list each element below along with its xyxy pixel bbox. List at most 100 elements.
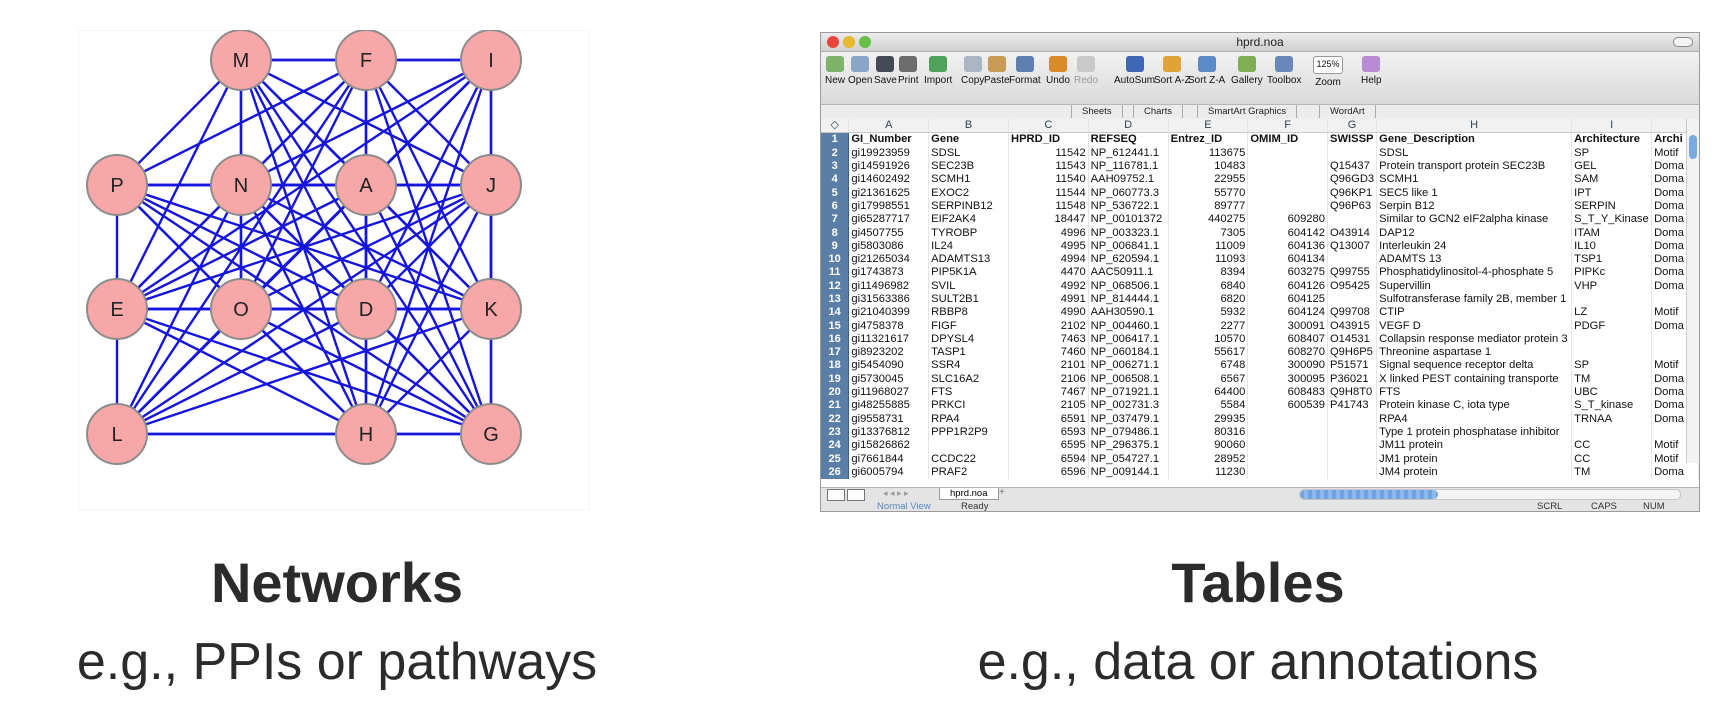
table-cell[interactable]: VEGF D — [1376, 319, 1573, 333]
table-cell[interactable] — [1571, 332, 1653, 347]
add-sheet-icon[interactable]: + — [999, 487, 1005, 498]
table-cell[interactable]: CC — [1571, 439, 1653, 453]
table-cell[interactable]: 604126 — [1247, 279, 1328, 293]
table-cell[interactable]: 4994 — [1008, 252, 1089, 267]
select-all-corner-icon[interactable]: ◇ — [821, 119, 850, 134]
table-cell[interactable]: SP — [1571, 146, 1653, 160]
table-cell[interactable]: LZ — [1571, 306, 1653, 320]
row-number[interactable]: 23 — [821, 425, 850, 440]
table-cell[interactable]: 113675 — [1168, 146, 1249, 160]
column-header[interactable]: G — [1327, 119, 1378, 134]
table-cell[interactable]: IL10 — [1571, 239, 1653, 253]
table-cell[interactable]: gi5803086 — [848, 239, 930, 253]
table-cell[interactable] — [1247, 452, 1328, 466]
column-name-cell[interactable]: SWISSP — [1327, 132, 1378, 147]
table-cell[interactable]: 4995 — [1008, 239, 1089, 253]
toolbar-redo-button[interactable]: Redo — [1074, 56, 1098, 86]
table-cell[interactable]: ADAMTS 13 — [1376, 252, 1573, 267]
row-number[interactable]: 14 — [821, 306, 850, 320]
column-header[interactable]: F — [1247, 119, 1328, 134]
table-cell[interactable]: SVIL — [928, 279, 1009, 293]
toolbar-undo-button[interactable]: Undo — [1046, 56, 1070, 86]
table-cell[interactable]: Doma — [1651, 465, 1699, 480]
table-cell[interactable]: gi5730045 — [848, 372, 930, 386]
table-cell[interactable]: CTIP — [1376, 306, 1573, 320]
table-cell[interactable]: 604124 — [1247, 306, 1328, 320]
table-cell[interactable]: 604136 — [1247, 239, 1328, 253]
table-cell[interactable]: AAH30590.1 — [1088, 306, 1169, 320]
table-cell[interactable] — [1247, 186, 1328, 200]
table-cell[interactable]: gi4758378 — [848, 319, 930, 333]
table-cell[interactable]: 4992 — [1008, 279, 1089, 293]
row-number[interactable]: 25 — [821, 452, 850, 466]
table-cell[interactable]: NP_004460.1 — [1088, 319, 1169, 333]
row-number[interactable]: 7 — [821, 213, 850, 227]
table-cell[interactable]: gi65287717 — [848, 213, 930, 227]
table-cell[interactable] — [1327, 452, 1378, 466]
column-name-cell[interactable]: GI_Number — [848, 132, 930, 147]
toolbar-copy-button[interactable]: Copy — [961, 56, 984, 86]
column-name-cell[interactable]: REFSEQ — [1088, 132, 1169, 147]
table-cell[interactable]: JM1 protein — [1376, 452, 1573, 466]
table-cell[interactable]: SEC5 like 1 — [1376, 186, 1573, 200]
table-cell[interactable]: CCDC22 — [928, 452, 1009, 466]
table-cell[interactable]: 22955 — [1168, 173, 1249, 187]
table-cell[interactable]: 6820 — [1168, 292, 1249, 307]
table-cell[interactable]: 5932 — [1168, 306, 1249, 320]
table-cell[interactable] — [1571, 425, 1653, 440]
row-number[interactable]: 19 — [821, 372, 850, 386]
table-cell[interactable]: 608270 — [1247, 346, 1328, 360]
table-cell[interactable]: TASP1 — [928, 346, 1009, 360]
table-cell[interactable]: gi4507755 — [848, 226, 930, 240]
table-cell[interactable]: IL24 — [928, 239, 1009, 253]
table-cell[interactable]: X linked PEST containing transporte — [1376, 372, 1573, 386]
table-cell[interactable]: NP_002731.3 — [1088, 399, 1169, 413]
column-header[interactable]: I — [1571, 119, 1653, 134]
table-cell[interactable] — [1327, 213, 1378, 227]
column-header[interactable]: E — [1168, 119, 1249, 134]
row-number[interactable]: 20 — [821, 385, 850, 400]
table-cell[interactable]: Q9H6P5 — [1327, 346, 1378, 360]
table-cell[interactable]: Q99755 — [1327, 266, 1378, 280]
table-cell[interactable]: gi31563386 — [848, 292, 930, 307]
vertical-scrollbar[interactable] — [1686, 119, 1699, 463]
table-cell[interactable]: gi11496982 — [848, 279, 930, 293]
table-cell[interactable] — [1247, 146, 1328, 160]
table-cell[interactable]: SDSL — [928, 146, 1009, 160]
table-cell[interactable]: Similar to GCN2 eIF2alpha kinase — [1376, 213, 1573, 227]
table-cell[interactable] — [1327, 465, 1378, 480]
row-number[interactable]: 18 — [821, 359, 850, 373]
table-cell[interactable]: AAC50911.1 — [1088, 266, 1169, 280]
table-cell[interactable]: 604142 — [1247, 226, 1328, 240]
table-cell[interactable]: PIP5K1A — [928, 266, 1009, 280]
table-cell[interactable]: JM11 protein — [1376, 439, 1573, 453]
table-cell[interactable]: Collapsin response mediator protein 3 — [1376, 332, 1573, 347]
toolbar-autosum-button[interactable]: AutoSum — [1114, 56, 1155, 86]
table-cell[interactable]: 6596 — [1008, 465, 1089, 480]
table-cell[interactable]: gi14602492 — [848, 173, 930, 187]
table-cell[interactable]: gi5454090 — [848, 359, 930, 373]
table-cell[interactable]: Signal sequence receptor delta — [1376, 359, 1573, 373]
table-cell[interactable]: Protein kinase C, iota type — [1376, 399, 1573, 413]
ribbon-tab-charts[interactable]: Charts — [1133, 105, 1183, 118]
toolbar-paste-button[interactable]: Paste — [984, 56, 1010, 86]
table-cell[interactable]: 11093 — [1168, 252, 1249, 267]
table-cell[interactable]: 11009 — [1168, 239, 1249, 253]
row-number[interactable]: 24 — [821, 439, 850, 453]
table-cell[interactable]: SDSL — [1376, 146, 1573, 160]
table-cell[interactable]: 64400 — [1168, 385, 1249, 400]
column-header[interactable]: D — [1088, 119, 1169, 134]
table-cell[interactable]: AAH09752.1 — [1088, 173, 1169, 187]
table-cell[interactable]: SCMH1 — [928, 173, 1009, 187]
table-cell[interactable]: 604125 — [1247, 292, 1328, 307]
table-cell[interactable]: O43915 — [1327, 319, 1378, 333]
table-cell[interactable]: JM4 protein — [1376, 465, 1573, 480]
table-cell[interactable]: SSR4 — [928, 359, 1009, 373]
table-cell[interactable]: IPT — [1571, 186, 1653, 200]
table-cell[interactable]: NP_006271.1 — [1088, 359, 1169, 373]
table-cell[interactable]: 2106 — [1008, 372, 1089, 386]
sheet-nav-arrows-icon[interactable]: ◂ ◂ ▸ ▸ — [883, 488, 909, 499]
table-cell[interactable]: gi8923202 — [848, 346, 930, 360]
table-cell[interactable]: SERPIN — [1571, 199, 1653, 214]
table-cell[interactable]: 609280 — [1247, 213, 1328, 227]
